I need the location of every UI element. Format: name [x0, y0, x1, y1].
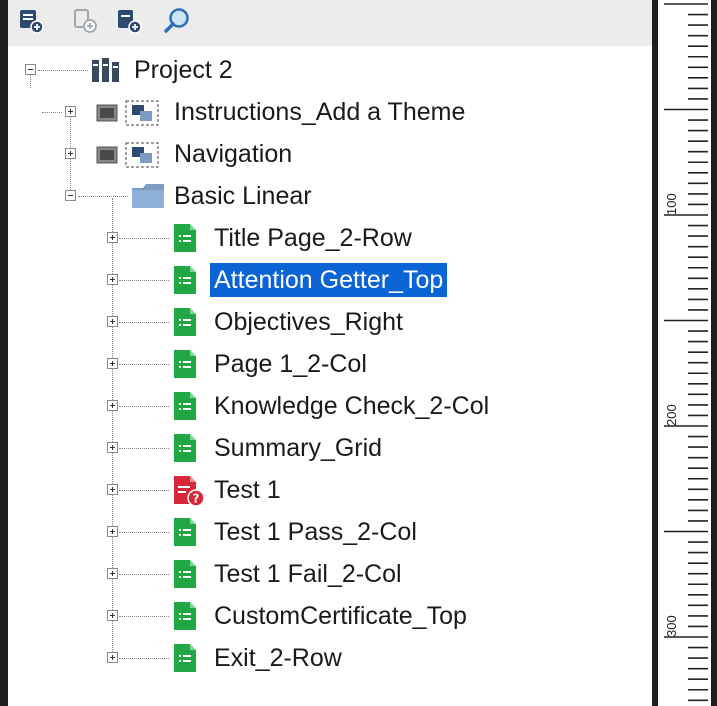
- tree-connector: [119, 448, 169, 449]
- collapse-toggle[interactable]: [65, 190, 76, 201]
- expand-toggle[interactable]: [107, 358, 118, 369]
- add-copy-icon: [118, 10, 142, 34]
- tree-node-chapter[interactable]: Instructions_Add a Theme: [8, 92, 508, 132]
- tree-node-page[interactable]: CustomCertificate_Top: [8, 596, 528, 636]
- expand-toggle[interactable]: [107, 400, 118, 411]
- tree-node-label: Instructions_Add a Theme: [174, 98, 466, 126]
- page-icon: [174, 308, 196, 336]
- tree-node-label: Test 1 Fail_2-Col: [214, 560, 402, 588]
- tree-node-label: Project 2: [134, 56, 233, 84]
- ruler-label: 300: [664, 615, 679, 637]
- tree-node-page[interactable]: Knowledge Check_2-Col: [8, 386, 528, 426]
- chapter-icon: [96, 142, 159, 168]
- tree-node-test[interactable]: ? Test 1: [8, 470, 408, 510]
- tree-node-folder[interactable]: Basic Linear: [8, 176, 408, 216]
- tree-connector: [119, 406, 169, 407]
- ruler-label: 200: [664, 404, 679, 426]
- expand-toggle[interactable]: [107, 484, 118, 495]
- expand-toggle[interactable]: [107, 274, 118, 285]
- tree-node-page[interactable]: Exit_2-Row: [8, 638, 408, 678]
- tree-connector: [119, 658, 169, 659]
- tree-node-label: Basic Linear: [174, 182, 312, 210]
- search-icon: [164, 8, 189, 33]
- expand-toggle[interactable]: [107, 232, 118, 243]
- tree-node-page[interactable]: Title Page_2-Row: [8, 218, 508, 258]
- expand-toggle[interactable]: [107, 610, 118, 621]
- project-tree: Project 2 Instructions_Add a Theme Navig…: [8, 46, 652, 706]
- page-icon: [174, 224, 196, 252]
- tree-node-label: Test 1 Pass_2-Col: [214, 518, 417, 546]
- svg-text:?: ?: [193, 492, 200, 506]
- ruler-ticks: [664, 3, 708, 702]
- tree-connector: [42, 112, 62, 113]
- expand-toggle[interactable]: [107, 652, 118, 663]
- expand-toggle[interactable]: [107, 568, 118, 579]
- expand-toggle[interactable]: [65, 106, 76, 117]
- tree-node-page[interactable]: Attention Getter_Top: [8, 260, 508, 300]
- add-section-button[interactable]: [68, 4, 102, 38]
- tree-node-page[interactable]: Test 1 Fail_2-Col: [8, 554, 508, 594]
- tree-node-page[interactable]: Test 1 Pass_2-Col: [8, 512, 508, 552]
- toolbar: [8, 0, 652, 46]
- tree-node-label: Title Page_2-Row: [214, 224, 412, 252]
- tree-node-label: Objectives_Right: [214, 308, 403, 336]
- page-icon: [174, 350, 196, 378]
- tree-node-page[interactable]: Objectives_Right: [8, 302, 508, 342]
- page-icon: [174, 518, 196, 546]
- project-tree-panel: Project 2 Instructions_Add a Theme Navig…: [8, 0, 652, 706]
- expand-toggle[interactable]: [107, 526, 118, 537]
- tree-node-label: Navigation: [174, 140, 293, 168]
- page-icon: [174, 434, 196, 462]
- page-icon: [174, 266, 196, 294]
- ruler-label: 100: [664, 193, 679, 215]
- tree-connector: [119, 574, 169, 575]
- tree-connector: [119, 280, 169, 281]
- tree-connector: [78, 196, 128, 197]
- tree-node-label: Page 1_2-Col: [214, 350, 367, 378]
- project-icon: [92, 58, 119, 82]
- tree-node-label: Exit_2-Row: [214, 644, 342, 672]
- tree-connector: [119, 322, 169, 323]
- add-copy-button[interactable]: [112, 4, 146, 38]
- tree-node-label: Knowledge Check_2-Col: [214, 392, 490, 420]
- tree-node-page[interactable]: Summary_Grid: [8, 428, 508, 468]
- page-icon: [174, 644, 196, 672]
- tree-node-project[interactable]: Project 2: [8, 50, 308, 90]
- tree-node-label: CustomCertificate_Top: [214, 602, 467, 630]
- add-page-button[interactable]: [14, 4, 48, 38]
- expand-toggle[interactable]: [65, 148, 76, 159]
- page-icon: [174, 602, 196, 630]
- chapter-icon: [96, 100, 159, 126]
- page-icon: [174, 392, 196, 420]
- test-icon: ?: [174, 476, 205, 507]
- add-section-icon: [74, 9, 97, 33]
- add-page-icon: [20, 10, 44, 34]
- search-button[interactable]: [160, 4, 194, 38]
- tree-node-chapter[interactable]: Navigation: [8, 134, 408, 174]
- tree-connector: [119, 490, 169, 491]
- tree-connector: [119, 364, 169, 365]
- expand-toggle[interactable]: [107, 442, 118, 453]
- expand-toggle[interactable]: [107, 316, 118, 327]
- collapse-toggle[interactable]: [25, 64, 36, 75]
- tree-node-page[interactable]: Page 1_2-Col: [8, 344, 508, 384]
- tree-connector: [119, 238, 169, 239]
- vertical-ruler: 100 200 300: [658, 0, 711, 706]
- tree-connector: [119, 616, 169, 617]
- tree-node-label: Test 1: [214, 476, 281, 504]
- folder-icon: [132, 184, 164, 208]
- page-icon: [174, 560, 196, 588]
- tree-node-label: Summary_Grid: [214, 434, 383, 462]
- tree-node-label-selected: Attention Getter_Top: [210, 263, 448, 297]
- tree-connector: [119, 532, 169, 533]
- tree-connector: [38, 70, 88, 71]
